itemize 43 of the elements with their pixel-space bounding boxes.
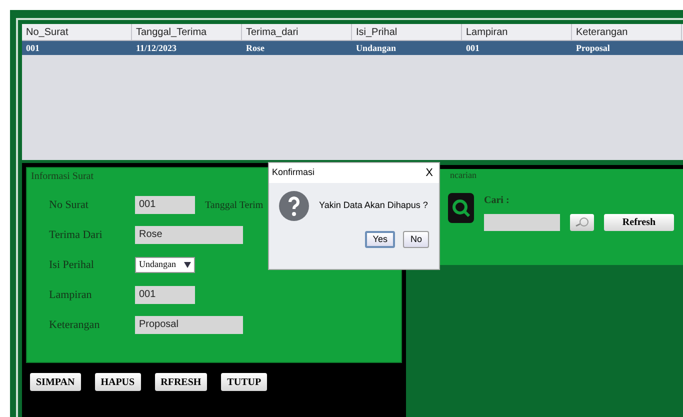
column-header[interactable]: Tanggal_Terima xyxy=(132,24,242,40)
column-header[interactable]: No_Surat xyxy=(22,24,132,40)
action-button[interactable]: SIMPAN xyxy=(30,373,81,391)
field-label: Terima Dari xyxy=(49,228,104,243)
dialog-button[interactable]: No xyxy=(403,231,429,248)
table-cell-text: Rose xyxy=(245,42,266,55)
input-field[interactable]: Rose xyxy=(135,226,243,244)
table-cell-text: 001 xyxy=(25,42,40,55)
dialog-message: Yakin Data Akan Dihapus ? xyxy=(319,199,428,212)
input-field[interactable]: Proposal xyxy=(135,316,243,334)
action-button[interactable]: HAPUS xyxy=(94,373,141,391)
search-field[interactable] xyxy=(484,214,560,230)
column-header[interactable]: Terima_dari xyxy=(242,24,352,40)
field-label: No Surat xyxy=(49,198,90,213)
table-cell-text: 11/12/2023 xyxy=(135,42,178,55)
close-button[interactable]: X xyxy=(422,164,436,182)
dropdown[interactable]: Undangan xyxy=(135,257,195,273)
action-button[interactable]: RFRESH xyxy=(154,373,208,391)
table-cell-text: Undangan xyxy=(355,42,398,55)
panel-title: Informasi Surat xyxy=(30,170,94,184)
magnifier-icon xyxy=(575,217,589,227)
field-label: Lampiran xyxy=(49,288,93,303)
input-field[interactable]: 001 xyxy=(135,286,195,304)
table-row[interactable]: 001 11/12/2023 Rose Undangan 001 Proposal xyxy=(22,41,683,55)
question-icon xyxy=(279,191,309,221)
caret-icon xyxy=(184,262,191,268)
search-icon xyxy=(448,192,474,222)
dialog-title: Konfirmasi xyxy=(272,166,315,180)
table-cell-text: Proposal xyxy=(575,42,611,55)
column-header[interactable]: Keterangan xyxy=(572,24,682,40)
column-header[interactable]: Lampiran xyxy=(462,24,572,40)
search-label: Cari : xyxy=(484,194,510,208)
input-field[interactable]: 001 xyxy=(135,196,195,214)
table-cell-text: 001 xyxy=(465,42,480,55)
dialog-button[interactable]: Yes xyxy=(364,231,396,248)
field-label: Tanggal Terim xyxy=(205,198,264,212)
action-button[interactable]: TUTUP xyxy=(221,373,268,391)
column-header[interactable]: Isi_Prihal xyxy=(352,24,462,40)
refresh-button[interactable]: Refresh xyxy=(604,214,674,230)
field-label: Isi Perihal xyxy=(49,258,95,273)
panel-title: ncarian xyxy=(449,169,478,182)
field-label: Keterangan xyxy=(49,318,101,333)
search-button[interactable] xyxy=(570,214,594,230)
